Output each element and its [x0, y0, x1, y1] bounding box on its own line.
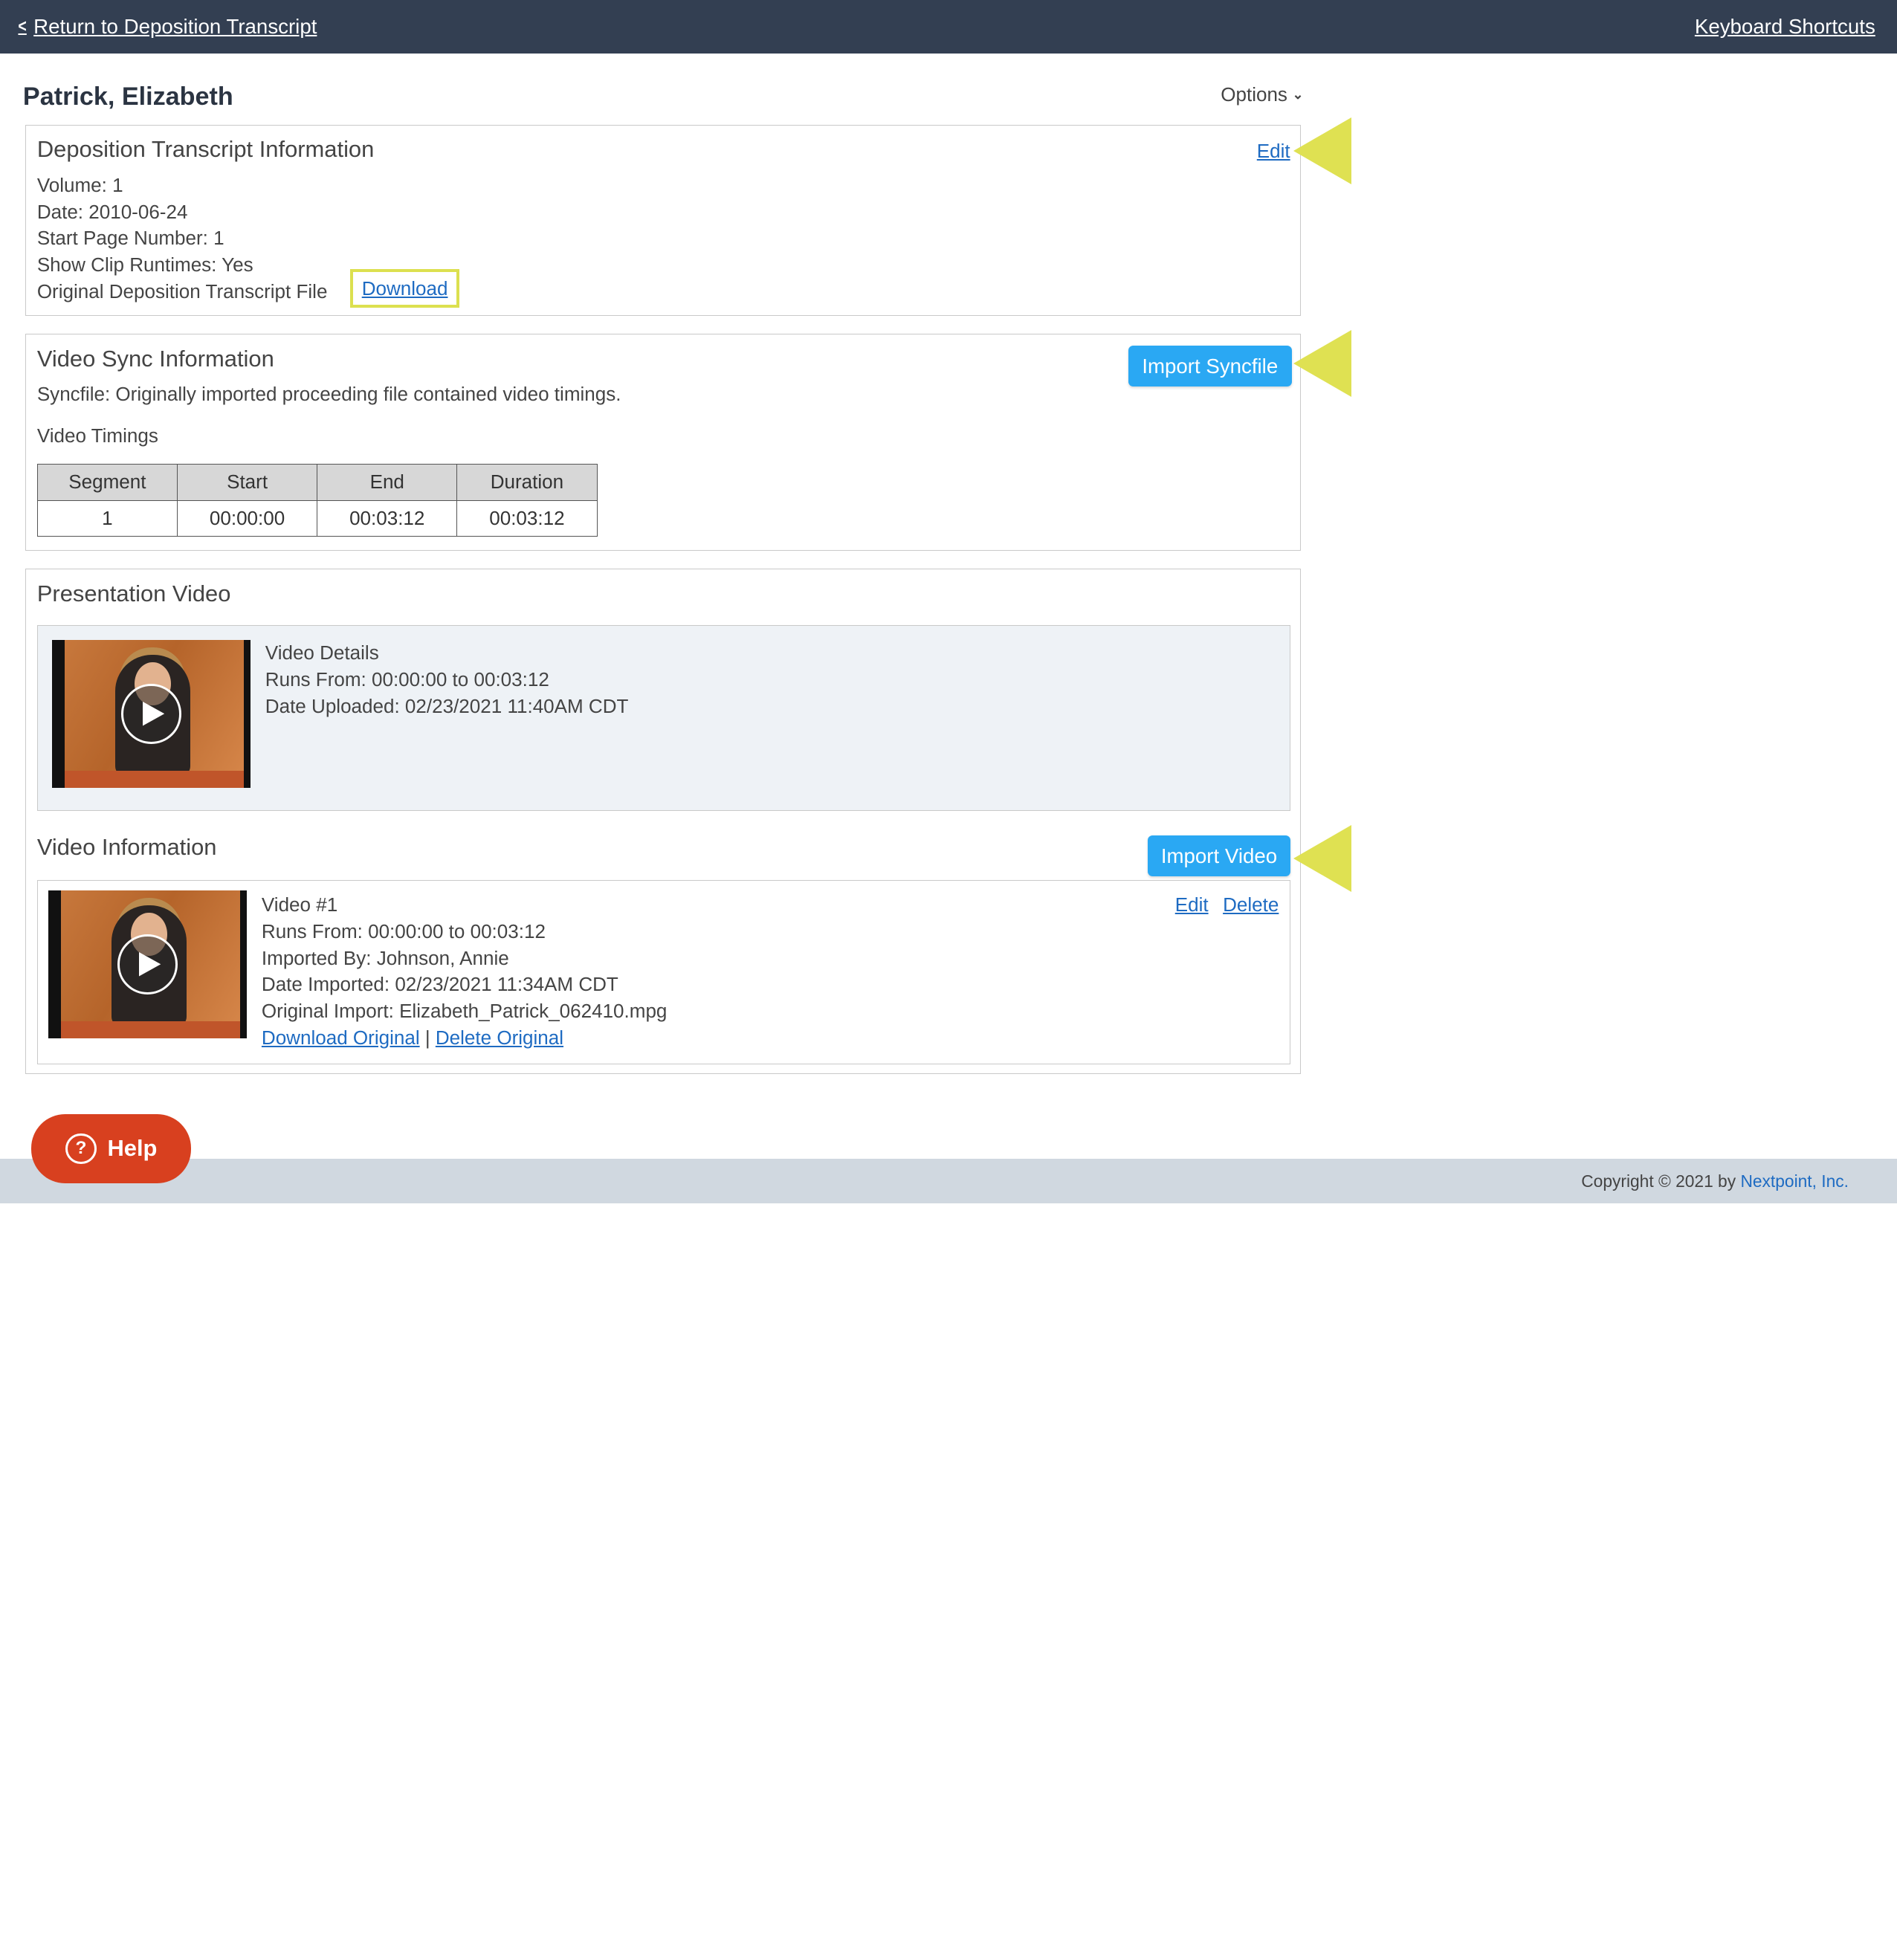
play-icon[interactable] [121, 683, 181, 744]
start-page-text: Start Page Number: 1 [36, 227, 224, 250]
video-runs-from: Runs From: 00:00:00 to 00:03:12 [261, 919, 546, 942]
runs-from-text: Runs From: 00:00:00 to 00:03:12 [265, 668, 549, 691]
return-to-transcript-link[interactable]: < Return to Deposition Transcript [17, 15, 317, 39]
copyright-text: Copyright © 2021 by Nextpoint, Inc. [1581, 1171, 1849, 1191]
video-list-item: Video #1 Runs From: 00:00:00 to 00:03:12… [36, 880, 1290, 1064]
date-uploaded-text: Date Uploaded: 02/23/2021 11:40AM CDT [265, 694, 629, 717]
help-button[interactable]: ? Help [31, 1114, 192, 1183]
download-original-link[interactable]: Download Original [262, 1026, 420, 1049]
page-title: Patrick, Elizabeth [22, 82, 233, 111]
column-header-end: End [317, 464, 458, 501]
table-header-row: Segment Start End Duration [36, 464, 598, 501]
footer: Copyright © 2021 by Nextpoint, Inc. [0, 1159, 1897, 1204]
column-header-duration: Duration [456, 464, 598, 501]
video-details-title: Video Details [265, 641, 379, 664]
transcript-info-panel: Deposition Transcript Information Edit V… [25, 124, 1301, 316]
edit-video-link[interactable]: Edit [1175, 893, 1209, 916]
copyright-label: Copyright © 2021 by [1581, 1171, 1736, 1191]
annotation-arrow-import-syncfile [1293, 330, 1351, 398]
syncfile-text: Syncfile: Originally imported proceeding… [36, 383, 621, 406]
video-actions: Edit Delete [1175, 893, 1279, 916]
import-syncfile-button[interactable]: Import Syncfile [1128, 345, 1292, 387]
options-dropdown[interactable]: Options ⌄ [1221, 83, 1303, 106]
cell-start: 00:00:00 [176, 499, 318, 537]
video-metadata: Video #1 Runs From: 00:00:00 to 00:03:12… [262, 892, 668, 1052]
video-details-text: Video Details Runs From: 00:00:00 to 00:… [265, 640, 629, 719]
play-icon[interactable] [117, 934, 178, 994]
company-link[interactable]: Nextpoint, Inc. [1740, 1171, 1849, 1191]
link-separator: | [424, 1026, 430, 1049]
delete-video-link[interactable]: Delete [1223, 893, 1279, 916]
top-navigation-bar: < Return to Deposition Transcript Keyboa… [0, 0, 1897, 54]
download-transcript-link[interactable]: Download [362, 277, 448, 300]
thumbnail-left-edge [48, 890, 61, 1038]
cell-segment: 1 [36, 499, 178, 537]
options-label: Options [1221, 83, 1287, 106]
page: < Return to Deposition Transcript Keyboa… [0, 0, 1897, 1960]
table-row: 1 00:00:00 00:03:12 00:03:12 [36, 499, 598, 537]
video-information-title: Video Information [36, 834, 217, 861]
original-file-actions: Download Original | Delete Original [262, 1025, 668, 1052]
video-sync-panel: Video Sync Information Import Syncfile S… [25, 334, 1301, 551]
thumbnail-table [48, 1021, 248, 1038]
video-thumbnail[interactable] [48, 890, 248, 1038]
delete-original-link[interactable]: Delete Original [436, 1026, 563, 1049]
video-original-import: Original Import: Elizabeth_Patrick_06241… [261, 1000, 668, 1023]
video-date-imported: Date Imported: 02/23/2021 11:34AM CDT [261, 973, 618, 996]
cell-duration: 00:03:12 [456, 499, 598, 537]
original-file-label: Original Deposition Transcript File [36, 279, 328, 303]
video-sync-title: Video Sync Information [36, 345, 274, 372]
question-circle-icon: ? [65, 1133, 97, 1165]
video-timings-table: Segment Start End Duration 1 00:00:00 00… [36, 464, 598, 537]
thumbnail-right-edge [239, 890, 248, 1038]
cell-end: 00:03:12 [317, 499, 458, 537]
column-header-segment: Segment [36, 464, 178, 501]
annotation-arrow-import-video [1293, 825, 1351, 893]
volume-text: Volume: 1 [36, 173, 123, 196]
chevron-down-icon: ⌄ [1292, 87, 1304, 103]
video-imported-by: Imported By: Johnson, Annie [261, 946, 509, 969]
return-link-label: Return to Deposition Transcript [33, 14, 317, 38]
video-timings-label: Video Timings [36, 424, 158, 447]
keyboard-shortcuts-link[interactable]: Keyboard Shortcuts [1695, 15, 1875, 39]
edit-transcript-link[interactable]: Edit [1257, 140, 1290, 163]
presentation-video-title: Presentation Video [36, 580, 231, 607]
thumbnail-table [52, 771, 251, 788]
date-text: Date: 2010-06-24 [36, 200, 188, 223]
presentation-video-box: Video Details Runs From: 00:00:00 to 00:… [36, 624, 1290, 812]
help-label: Help [107, 1135, 158, 1162]
chevron-left-icon: < [18, 16, 27, 36]
transcript-info-title: Deposition Transcript Information [36, 136, 375, 163]
thumbnail-left-edge [52, 640, 65, 788]
presentation-video-thumbnail[interactable] [52, 640, 251, 788]
presentation-video-panel: Presentation Video Video Details Runs Fr… [25, 568, 1301, 1075]
thumbnail-right-edge [243, 640, 251, 788]
video-name: Video #1 [261, 893, 338, 916]
download-highlight-box: Download [350, 269, 459, 308]
import-video-button[interactable]: Import Video [1147, 835, 1290, 877]
show-clip-runtimes-text: Show Clip Runtimes: Yes [36, 253, 253, 276]
annotation-arrow-edit [1293, 117, 1351, 184]
column-header-start: Start [176, 464, 318, 501]
